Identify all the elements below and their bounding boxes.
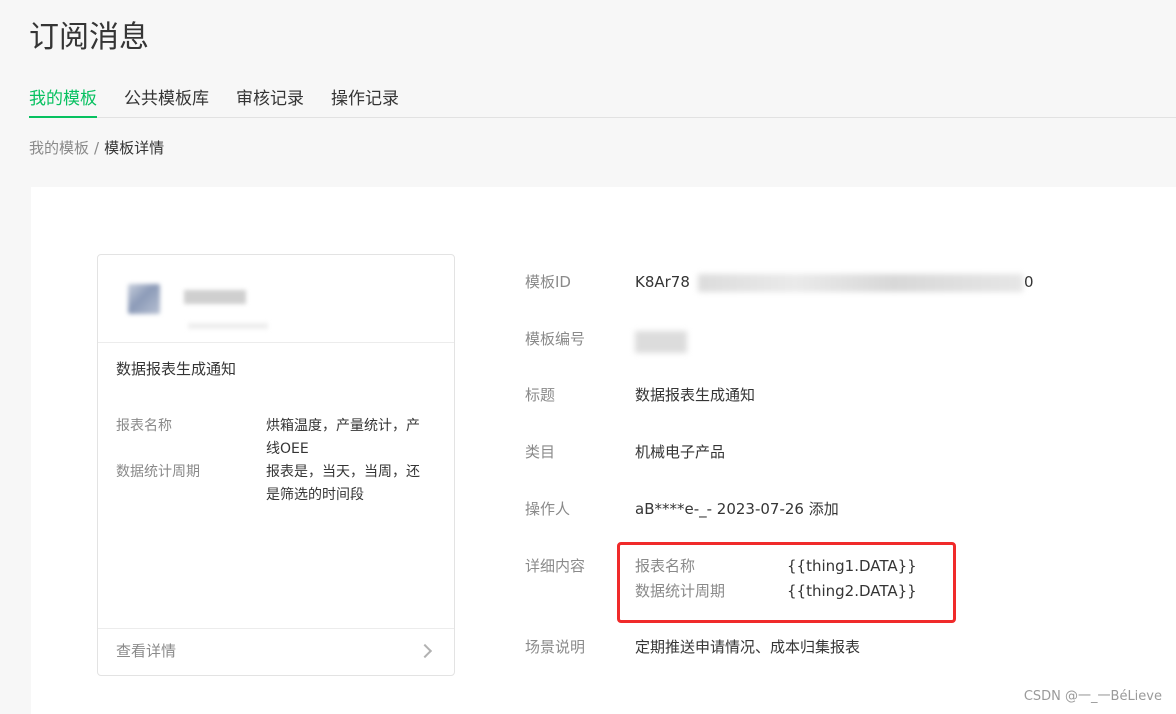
detail-label: 类目 — [525, 443, 556, 461]
blurred-avatar — [128, 284, 160, 314]
card-field-row: 报表名称 烘箱温度，产量统计，产线OEE — [116, 415, 436, 461]
detail-value: 定期推送申请情况、成本归集报表 — [635, 638, 861, 656]
detail-label: 模板编号 — [525, 330, 586, 348]
breadcrumb: 我的模板 / 模板详情 — [29, 137, 164, 159]
blurred-account-subtext — [188, 323, 268, 329]
breadcrumb-my-templates-link[interactable]: 我的模板 — [29, 139, 89, 157]
blurred-template-id — [698, 274, 1023, 292]
breadcrumb-current: 模板详情 — [104, 139, 165, 157]
template-id-value: K8Ar78 0 — [635, 271, 1034, 293]
card-field-value: 报表是，当天，当周，还是筛选的时间段 — [266, 464, 420, 503]
tab-operation-records[interactable]: 操作记录 — [331, 82, 399, 117]
page-title: 订阅消息 — [29, 20, 149, 55]
watermark: CSDN @一_一BéLieve — [1023, 689, 1162, 704]
card-title: 数据报表生成通知 — [116, 360, 237, 378]
detail-panel: 数据报表生成通知 报表名称 烘箱温度，产量统计，产线OEE 数据统计周期 报表是… — [31, 187, 1176, 714]
card-field-label: 数据统计周期 — [116, 464, 200, 480]
blurred-template-number — [635, 331, 687, 353]
card-field-label: 报表名称 — [116, 418, 172, 434]
detail-label: 场景说明 — [525, 638, 586, 656]
tab-public-template-library[interactable]: 公共模板库 — [124, 82, 209, 117]
detail-value: aB****e-_- 2023-07-26 添加 — [635, 500, 839, 518]
content-key: 报表名称 — [635, 557, 696, 575]
content-value: {{thing2.DATA}} — [787, 582, 917, 600]
tab-review-records[interactable]: 审核记录 — [236, 82, 304, 117]
detail-value: 机械电子产品 — [635, 443, 726, 461]
view-details-label: 查看详情 — [116, 642, 177, 660]
card-header — [98, 255, 454, 343]
template-preview-card: 数据报表生成通知 报表名称 烘箱温度，产量统计，产线OEE 数据统计周期 报表是… — [97, 254, 455, 676]
card-field-row: 数据统计周期 报表是，当天，当周，还是筛选的时间段 — [116, 461, 436, 507]
tab-my-templates[interactable]: 我的模板 — [29, 82, 97, 118]
detail-label: 标题 — [525, 386, 556, 404]
card-field-value: 烘箱温度，产量统计，产线OEE — [266, 418, 420, 457]
template-id-suffix: 0 — [1024, 273, 1034, 291]
template-id-prefix: K8Ar78 — [635, 273, 690, 291]
detail-value: 数据报表生成通知 — [635, 386, 756, 404]
content-value: {{thing1.DATA}} — [787, 557, 917, 575]
detail-label: 详细内容 — [525, 557, 586, 575]
detail-label: 模板ID — [525, 273, 571, 291]
tab-bar: 我的模板 公共模板库 审核记录 操作记录 — [29, 82, 1176, 118]
detail-label: 操作人 — [525, 500, 571, 518]
view-details-link[interactable]: 查看详情 — [98, 628, 454, 675]
card-fields: 报表名称 烘箱温度，产量统计，产线OEE 数据统计周期 报表是，当天，当周，还是… — [116, 415, 436, 507]
breadcrumb-separator: / — [94, 139, 100, 157]
blurred-account-name — [184, 290, 246, 304]
content-key: 数据统计周期 — [635, 582, 726, 600]
chevron-right-icon — [417, 643, 433, 659]
